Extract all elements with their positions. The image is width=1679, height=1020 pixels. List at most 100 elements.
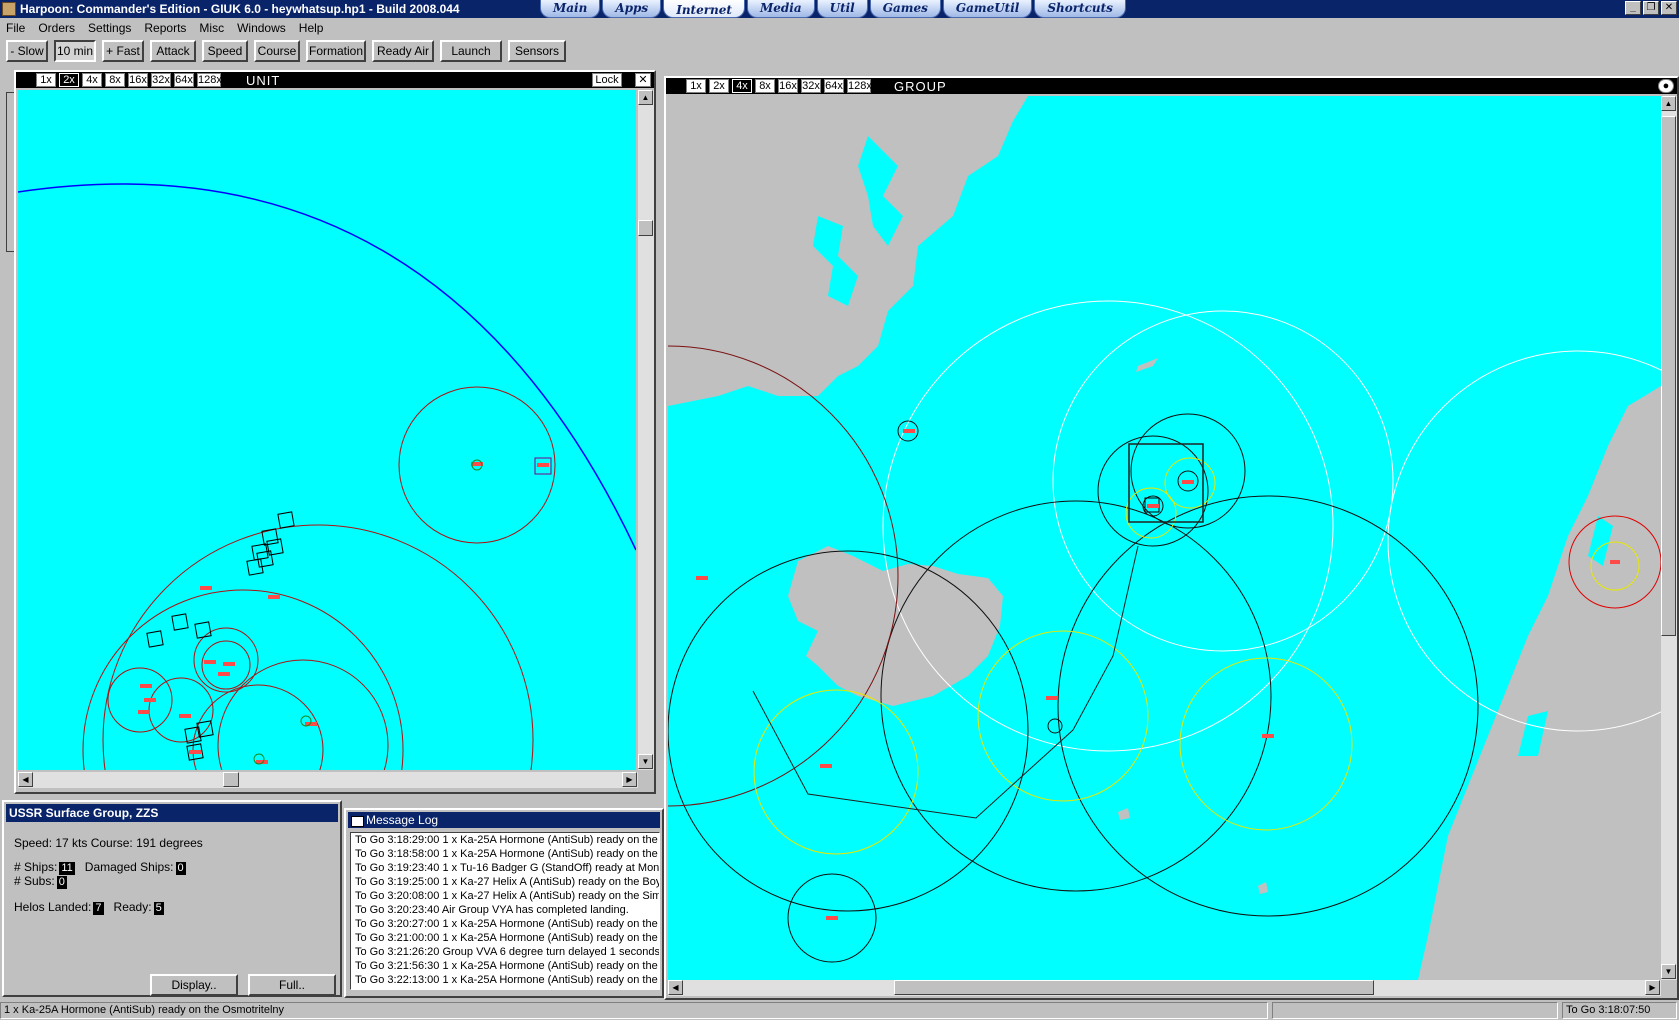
log-line[interactable]: To Go 3:20:23:40 Air Group VYA has compl…	[351, 903, 659, 917]
group-zoom-32x[interactable]: 32x	[801, 79, 821, 93]
launcher-tab-gameutil[interactable]: GameUtil	[942, 0, 1033, 18]
group-horizontal-scrollbar[interactable]: ◀ ▶	[668, 980, 1661, 996]
display-button[interactable]: Display..	[150, 974, 238, 996]
message-log-list[interactable]: To Go 3:18:29:00 1 x Ka-25A Hormone (Ant…	[350, 832, 660, 990]
log-line[interactable]: To Go 3:18:58:00 1 x Ka-25A Hormone (Ant…	[351, 847, 659, 861]
fast-button[interactable]: + Fast	[102, 40, 144, 62]
log-line[interactable]: To Go 3:18:29:00 1 x Ka-25A Hormone (Ant…	[351, 833, 659, 847]
full-button[interactable]: Full..	[248, 974, 336, 996]
launch-button[interactable]: Launch	[440, 40, 502, 62]
launcher-tab-main[interactable]: Main	[540, 0, 601, 18]
scroll-right-icon[interactable]: ▶	[622, 772, 637, 787]
ship-icon[interactable]	[1262, 734, 1274, 738]
ship-icon[interactable]	[268, 595, 280, 599]
unit-zoom-1x[interactable]: 1x	[36, 73, 56, 87]
unit-horizontal-scrollbar[interactable]: ◀ ▶	[18, 772, 638, 788]
launcher-tab-apps[interactable]: Apps	[602, 0, 662, 18]
group-vertical-scrollbar[interactable]: ▲ ▼	[1661, 96, 1677, 980]
launcher-tab-games[interactable]: Games	[869, 0, 941, 18]
ship-icon[interactable]	[826, 916, 838, 920]
contact-box[interactable]	[146, 630, 164, 648]
ship-icon[interactable]	[537, 463, 549, 467]
launcher-tab-util[interactable]: Util	[816, 0, 868, 18]
ship-icon[interactable]	[696, 576, 708, 580]
scroll-down-icon[interactable]: ▼	[638, 754, 653, 769]
scroll-left-icon[interactable]: ◀	[18, 772, 33, 787]
unit-zoom-4x[interactable]: 4x	[82, 73, 102, 87]
launcher-tab-shortcuts[interactable]: Shortcuts	[1034, 0, 1126, 18]
close-icon[interactable]: ✕	[1661, 1, 1677, 15]
launcher-tab-internet[interactable]: Internet	[663, 0, 745, 18]
close-icon[interactable]: ✕	[635, 73, 651, 87]
unit-zoom-8x[interactable]: 8x	[105, 73, 125, 87]
log-line[interactable]: To Go 3:21:00:00 1 x Ka-25A Hormone (Ant…	[351, 931, 659, 945]
contact-box[interactable]	[277, 511, 295, 529]
lock-button[interactable]: Lock	[592, 73, 622, 87]
unit-zoom-16x[interactable]: 16x	[128, 73, 148, 87]
log-line[interactable]: To Go 3:19:23:40 1 x Tu-16 Badger G (Sta…	[351, 861, 659, 875]
group-zoom-4x[interactable]: 4x	[732, 79, 752, 93]
minimize-icon[interactable]: _	[1625, 1, 1641, 15]
course-button[interactable]: Course	[254, 40, 300, 62]
menu-help[interactable]: Help	[293, 18, 331, 38]
ship-icon[interactable]	[1610, 560, 1620, 564]
unit-zoom-32x[interactable]: 32x	[151, 73, 171, 87]
group-zoom-16x[interactable]: 16x	[778, 79, 798, 93]
scroll-thumb[interactable]	[638, 220, 653, 236]
time-step-button[interactable]: 10 min	[54, 40, 96, 62]
ship-icon[interactable]	[189, 750, 201, 754]
scroll-up-icon[interactable]: ▲	[638, 90, 653, 105]
scroll-left-icon[interactable]: ◀	[668, 980, 683, 995]
log-line[interactable]: To Go 3:22:13:00 1 x Ka-25A Hormone (Ant…	[351, 973, 659, 987]
ship-icon[interactable]	[204, 660, 216, 664]
menu-file[interactable]: File	[0, 18, 32, 38]
ship-icon[interactable]	[223, 662, 235, 666]
contact-box[interactable]	[171, 613, 189, 631]
attack-button[interactable]: Attack	[150, 40, 196, 62]
window-menu-icon[interactable]: ●	[1658, 79, 1674, 93]
unit-vertical-scrollbar[interactable]: ▲ ▼	[638, 90, 654, 770]
scroll-down-icon[interactable]: ▼	[1661, 964, 1676, 979]
launcher-tab-media[interactable]: Media	[746, 0, 815, 18]
scroll-up-icon[interactable]: ▲	[1661, 96, 1676, 111]
ready-air-button[interactable]: Ready Air	[372, 40, 434, 62]
log-line[interactable]: To Go 3:20:08:00 1 x Ka-27 Helix A (Anti…	[351, 889, 659, 903]
log-line[interactable]: To Go 3:19:25:00 1 x Ka-27 Helix A (Anti…	[351, 875, 659, 889]
group-zoom-8x[interactable]: 8x	[755, 79, 775, 93]
ship-icon[interactable]	[138, 710, 150, 714]
log-line[interactable]: To Go 3:21:26:20 Group VVA 6 degree turn…	[351, 945, 659, 959]
ship-icon[interactable]	[1147, 504, 1159, 508]
formation-button[interactable]: Formation	[306, 40, 366, 62]
menu-reports[interactable]: Reports	[138, 18, 193, 38]
scroll-thumb[interactable]	[894, 980, 1374, 995]
group-zoom-1x[interactable]: 1x	[686, 79, 706, 93]
log-line[interactable]: To Go 3:21:56:30 1 x Ka-25A Hormone (Ant…	[351, 959, 659, 973]
ship-icon[interactable]	[179, 714, 191, 718]
contact-box[interactable]	[261, 528, 279, 546]
contact-box[interactable]	[266, 538, 284, 556]
contact-box[interactable]	[194, 621, 212, 639]
unit-zoom-128x[interactable]: 128x	[197, 73, 222, 87]
group-zoom-2x[interactable]: 2x	[709, 79, 729, 93]
ship-icon[interactable]	[144, 698, 156, 702]
group-zoom-128x[interactable]: 128x	[847, 79, 872, 93]
slow-button[interactable]: - Slow	[6, 40, 48, 62]
menu-settings[interactable]: Settings	[82, 18, 138, 38]
unit-zoom-2x[interactable]: 2x	[59, 73, 79, 87]
scroll-right-icon[interactable]: ▶	[1645, 980, 1660, 995]
ship-icon[interactable]	[820, 764, 832, 768]
scroll-thumb[interactable]	[1661, 116, 1676, 636]
ship-icon[interactable]	[1046, 696, 1058, 700]
group-zoom-64x[interactable]: 64x	[824, 79, 844, 93]
unit-map-canvas[interactable]	[18, 90, 636, 770]
ship-icon[interactable]	[140, 684, 152, 688]
group-map-svg[interactable]	[668, 96, 1661, 980]
speed-button[interactable]: Speed	[202, 40, 248, 62]
menu-orders[interactable]: Orders	[32, 18, 82, 38]
ship-icon[interactable]	[218, 672, 230, 676]
maximize-icon[interactable]: ❐	[1643, 1, 1659, 15]
menu-windows[interactable]: Windows	[231, 18, 293, 38]
log-window-icon[interactable]	[351, 816, 364, 827]
unit-zoom-64x[interactable]: 64x	[174, 73, 194, 87]
scroll-thumb[interactable]	[223, 772, 239, 787]
